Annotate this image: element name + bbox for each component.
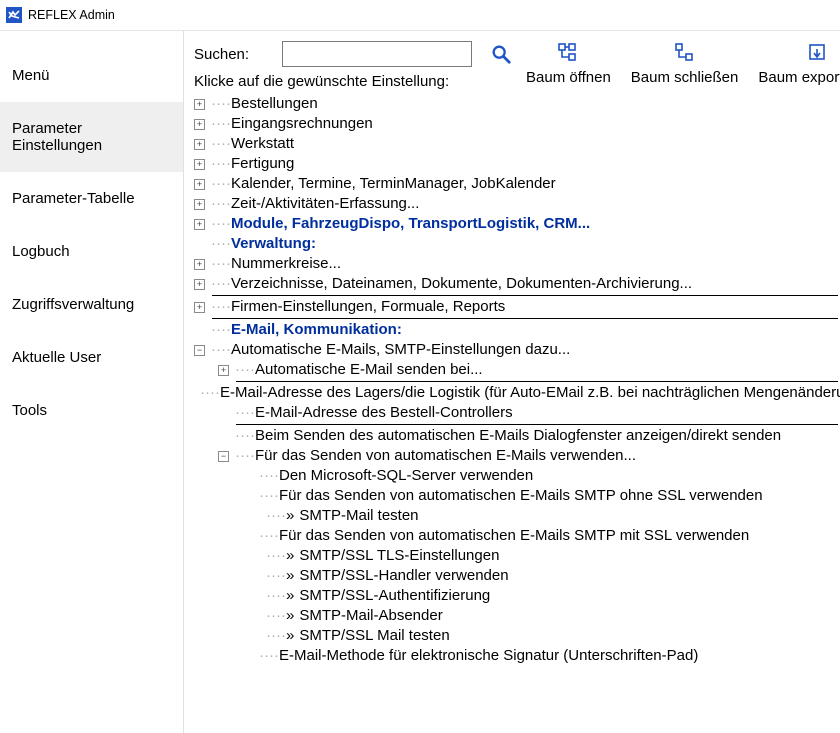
tree-node-smtp-no-ssl[interactable]: ····Für das Senden von automatischen E-M… xyxy=(194,486,838,506)
expand-icon[interactable]: + xyxy=(194,219,205,230)
tree-node-smtp-test[interactable]: ····»SMTP-Mail testen xyxy=(194,506,838,526)
app-icon xyxy=(6,7,22,23)
sidebar-item-zugriffsverwaltung[interactable]: Zugriffsverwaltung xyxy=(0,278,183,331)
tree-node-nummerkreise[interactable]: +····Nummerkreise... xyxy=(194,254,838,274)
toolbar-baum-oeffnen[interactable]: Baum öffnen xyxy=(526,41,611,86)
tree-node-senden-verwenden[interactable]: −····Für das Senden von automatischen E-… xyxy=(194,446,838,466)
tree-node-firmen[interactable]: +····Firmen-Einstellungen, Formuale, Rep… xyxy=(194,297,838,317)
expand-icon[interactable]: + xyxy=(194,302,205,313)
toolbar-label: Baum öffnen xyxy=(526,69,611,86)
toolbar-baum-export[interactable]: Baum exportieren xyxy=(758,41,840,86)
separator xyxy=(212,295,838,296)
expand-icon[interactable]: + xyxy=(194,159,205,170)
main-panel: Suchen: Klicke auf die gewünschte Einste… xyxy=(183,31,840,733)
tree-node-auto-email-bei[interactable]: +····Automatische E-Mail senden bei... xyxy=(194,360,838,380)
tree-node-sqlserver[interactable]: ····Den Microsoft-SQL-Server verwenden xyxy=(194,466,838,486)
tree-node-dialogfenster[interactable]: ····Beim Senden des automatischen E-Mail… xyxy=(194,426,838,446)
tree-node-bestell-email[interactable]: ····E-Mail-Adresse des Bestell-Controlle… xyxy=(194,403,838,423)
separator xyxy=(212,318,838,319)
sidebar-item-parameter-einstellungen[interactable]: Parameter Einstellungen xyxy=(0,102,183,172)
tree-node-smtp-ssl-test[interactable]: ····»SMTP/SSL Mail testen xyxy=(194,626,838,646)
collapse-icon[interactable]: − xyxy=(218,451,229,462)
toolbar: Suchen: Klicke auf die gewünschte Einste… xyxy=(194,41,840,90)
settings-tree: +····Bestellungen +····Eingangsrechnunge… xyxy=(194,94,840,666)
separator xyxy=(236,381,838,382)
titlebar: REFLEX Admin xyxy=(0,0,840,31)
tree-node-smtp-absender[interactable]: ····»SMTP-Mail-Absender xyxy=(194,606,838,626)
toolbar-label: Baum schließen xyxy=(631,69,739,86)
tree-node-bestellungen[interactable]: +····Bestellungen xyxy=(194,94,838,114)
client-area: Menü Parameter Einstellungen Parameter-T… xyxy=(0,31,840,733)
tree-header-verwaltung: ····Verwaltung: xyxy=(194,234,838,254)
search-hint: Klicke auf die gewünschte Einstellung: xyxy=(194,73,512,90)
expand-icon[interactable]: + xyxy=(194,199,205,210)
collapse-icon[interactable]: − xyxy=(194,345,205,356)
expand-icon[interactable]: + xyxy=(194,259,205,270)
tree-node-signatur-methode[interactable]: ····E-Mail-Methode für elektronische Sig… xyxy=(194,646,838,666)
toolbar-baum-schliessen[interactable]: Baum schließen xyxy=(631,41,739,86)
tree-header-email: ····E-Mail, Kommunikation: xyxy=(194,320,838,340)
tree-node-module[interactable]: +····Module, FahrzeugDispo, TransportLog… xyxy=(194,214,838,234)
tree-node-werkstatt[interactable]: +····Werkstatt xyxy=(194,134,838,154)
search-block: Suchen: Klicke auf die gewünschte Einste… xyxy=(194,41,512,90)
separator xyxy=(236,424,838,425)
tree-node-lager-email[interactable]: ····E-Mail-Adresse des Lagers/die Logist… xyxy=(194,383,838,403)
tree-node-kalender[interactable]: +····Kalender, Termine, TerminManager, J… xyxy=(194,174,838,194)
tree-node-smtp-handler[interactable]: ····»SMTP/SSL-Handler verwenden xyxy=(194,566,838,586)
expand-icon[interactable]: + xyxy=(194,179,205,190)
tree-open-icon xyxy=(556,41,580,65)
sidebar-item-tools[interactable]: Tools xyxy=(0,384,183,437)
expand-icon[interactable]: + xyxy=(218,365,229,376)
sidebar-item-logbuch[interactable]: Logbuch xyxy=(0,225,183,278)
sidebar: Menü Parameter Einstellungen Parameter-T… xyxy=(0,31,183,733)
sidebar-item-menu[interactable]: Menü xyxy=(0,49,183,102)
toolbar-label: Baum exportieren xyxy=(758,69,840,86)
sidebar-item-parameter-tabelle[interactable]: Parameter-Tabelle xyxy=(0,172,183,225)
expand-icon[interactable]: + xyxy=(194,99,205,110)
sidebar-item-aktuelle-user[interactable]: Aktuelle User xyxy=(0,331,183,384)
tree-node-eingangsrechnungen[interactable]: +····Eingangsrechnungen xyxy=(194,114,838,134)
tree-node-smtp-ssl[interactable]: ····Für das Senden von automatischen E-M… xyxy=(194,526,838,546)
tree-node-verzeichnisse[interactable]: +····Verzeichnisse, Dateinamen, Dokument… xyxy=(194,274,838,294)
expand-icon[interactable]: + xyxy=(194,139,205,150)
app-title: REFLEX Admin xyxy=(28,8,115,22)
tree-node-fertigung[interactable]: +····Fertigung xyxy=(194,154,838,174)
expand-icon[interactable]: + xyxy=(194,279,205,290)
expand-icon[interactable]: + xyxy=(194,119,205,130)
tree-close-icon xyxy=(673,41,697,65)
tree-export-icon xyxy=(806,41,830,65)
search-input[interactable] xyxy=(282,41,472,67)
tree-node-smtp-auth[interactable]: ····»SMTP/SSL-Authentifizierung xyxy=(194,586,838,606)
search-label: Suchen: xyxy=(194,46,282,63)
tree-node-smtp-tls[interactable]: ····»SMTP/SSL TLS-Einstellungen xyxy=(194,546,838,566)
search-icon[interactable] xyxy=(490,43,512,65)
tree-node-auto-emails[interactable]: −····Automatische E-Mails, SMTP-Einstell… xyxy=(194,340,838,360)
tree-node-zeit[interactable]: +····Zeit-/Aktivitäten-Erfassung... xyxy=(194,194,838,214)
app-window: REFLEX Admin Menü Parameter Einstellunge… xyxy=(0,0,840,733)
